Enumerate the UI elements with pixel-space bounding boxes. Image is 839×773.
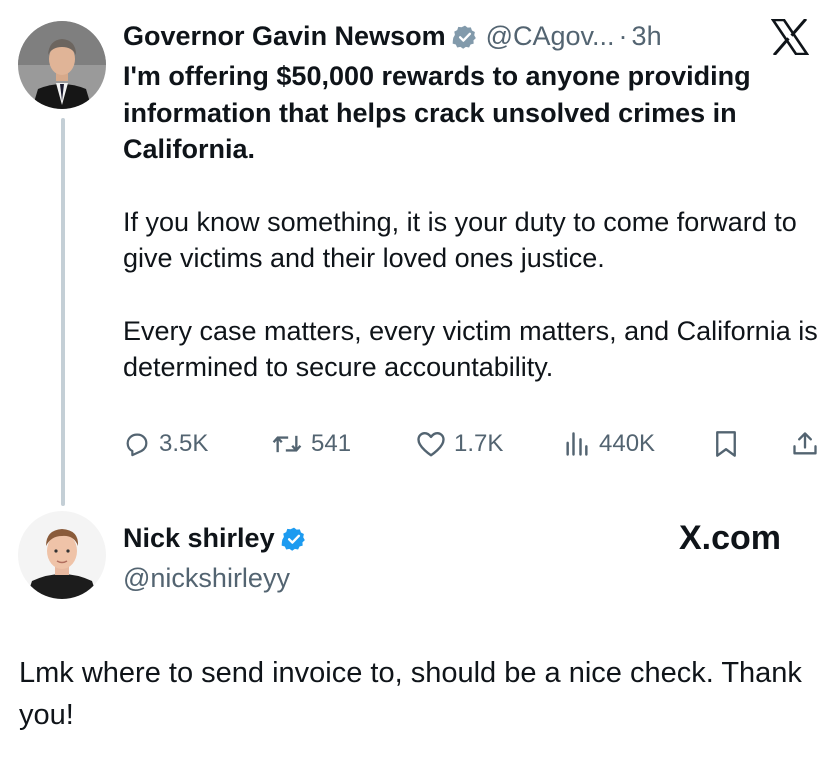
views-button[interactable]: 440K [563,424,655,464]
reply-header: Nick shirley [123,520,315,556]
views-icon [563,430,591,458]
tweet-timestamp[interactable]: 3h [632,18,662,54]
blue-verified-icon [281,525,307,551]
repost-count: 541 [311,430,352,457]
bookmark-button[interactable] [713,424,739,464]
share-button[interactable] [791,424,819,464]
share-icon [791,430,819,458]
x-logo-icon [770,17,810,57]
author-display-name[interactable]: Governor Gavin Newsom [123,18,446,54]
tweet-paragraph: Every case matters, every victim matters… [123,315,818,383]
reply-author-handle[interactable]: @nickshirleyy [123,560,290,596]
repost-icon [271,430,303,458]
meta-separator: · [618,21,628,51]
reply-button[interactable]: 3.5K [123,424,208,464]
tweet-paragraph: If you know something, it is your duty t… [123,206,797,274]
gray-verified-icon [452,23,478,49]
tweet-paragraph: I'm offering $50,000 rewards to anyone p… [123,61,751,164]
reply-author-avatar[interactable] [18,511,106,599]
reply-count: 3.5K [159,430,209,457]
bookmark-icon [713,430,739,458]
repost-button[interactable]: 541 [271,424,351,464]
views-count: 440K [599,430,656,457]
reply-text: Lmk where to send invoice to, should be … [19,657,802,731]
reply-icon [123,430,151,458]
tweet-header: Governor Gavin Newsom @CAgov... · 3h [123,18,662,54]
tweet-action-bar: 3.5K 541 1.7K 440K [123,424,823,464]
tweet-text: I'm offering $50,000 rewards to anyone p… [123,58,823,386]
author-avatar[interactable] [18,21,106,109]
heart-icon [416,430,446,458]
author-handle[interactable]: @CAgov... [486,18,615,54]
like-button[interactable]: 1.7K [416,424,503,464]
reply-author-display-name[interactable]: Nick shirley [123,520,275,556]
xcom-watermark: X.com [679,519,782,557]
thread-connector-line [61,118,65,506]
like-count: 1.7K [454,430,504,457]
